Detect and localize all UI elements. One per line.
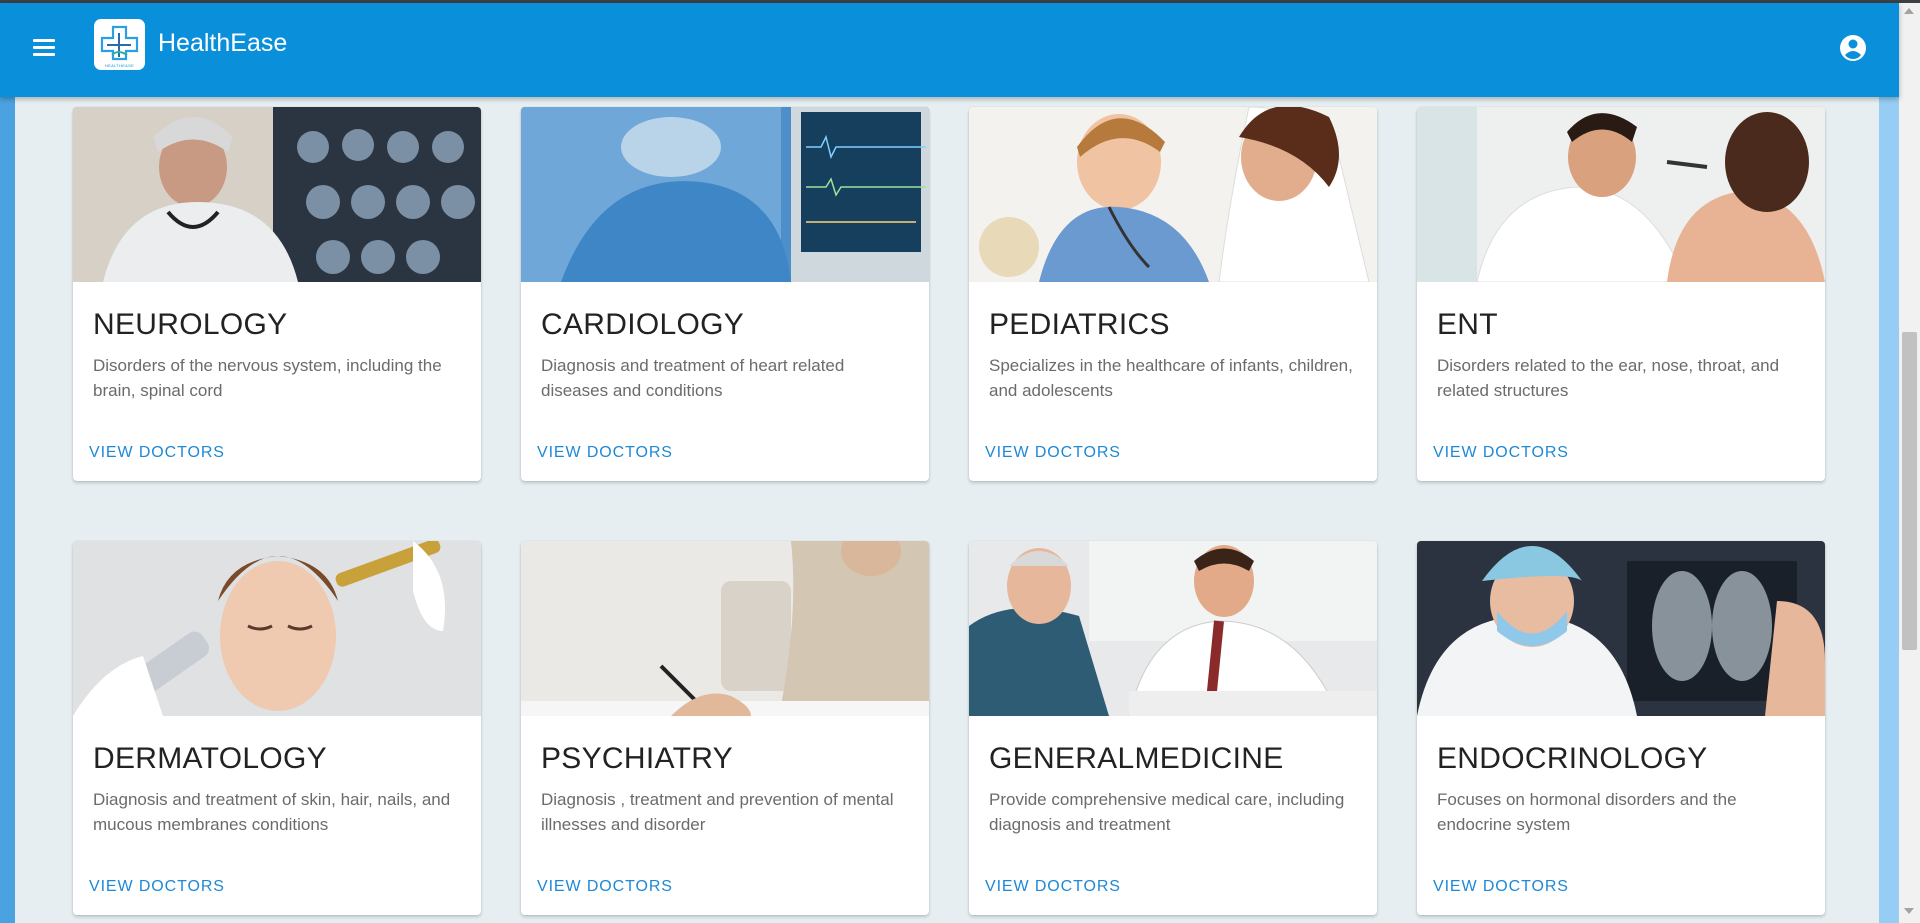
card-description: Provide comprehensive medical care, incl… — [989, 790, 1345, 834]
view-doctors-button[interactable]: VIEW DOCTORS — [537, 876, 673, 898]
app-logo: HEALTHEASE — [94, 19, 145, 70]
card-title: ENT — [1437, 308, 1498, 341]
specialty-card-cardiology: CARDIOLOGY Diagnosis and treatment of he… — [521, 107, 929, 481]
view-doctors-button[interactable]: VIEW DOCTORS — [1433, 876, 1569, 898]
view-doctors-button[interactable]: VIEW DOCTORS — [537, 442, 673, 464]
card-title: DERMATOLOGY — [93, 742, 327, 775]
specialty-card-ent: ENT Disorders related to the ear, nose, … — [1417, 107, 1825, 481]
card-title: PEDIATRICS — [989, 308, 1170, 341]
dermatology-image — [73, 541, 481, 716]
card-title: CARDIOLOGY — [541, 308, 745, 341]
pediatrics-image — [969, 107, 1377, 282]
view-doctors-button[interactable]: VIEW DOCTORS — [985, 442, 1121, 464]
specialty-card-psychiatry: PSYCHIATRY Diagnosis , treatment and pre… — [521, 541, 929, 915]
cardiology-image — [521, 107, 929, 282]
scroll-up-arrow-icon[interactable] — [1904, 8, 1914, 14]
card-title: GENERALMEDICINE — [989, 742, 1284, 775]
specialty-card-dermatology: DERMATOLOGY Diagnosis and treatment of s… — [73, 541, 481, 915]
scroll-down-arrow-icon[interactable] — [1904, 908, 1914, 914]
app-title[interactable]: HealthEase — [158, 29, 287, 58]
endocrinology-image — [1417, 541, 1825, 716]
account-circle-icon[interactable] — [1838, 33, 1868, 63]
specialty-card-endocrinology: ENDOCRINOLOGY Focuses on hormonal disord… — [1417, 541, 1825, 915]
view-doctors-button[interactable]: VIEW DOCTORS — [89, 876, 225, 898]
neurology-image — [73, 107, 481, 282]
card-title: ENDOCRINOLOGY — [1437, 742, 1708, 775]
card-description: Focuses on hormonal disorders and the en… — [1437, 790, 1737, 834]
card-description: Diagnosis , treatment and prevention of … — [541, 790, 894, 834]
view-doctors-button[interactable]: VIEW DOCTORS — [1433, 442, 1569, 464]
card-description: Diagnosis and treatment of heart related… — [541, 356, 845, 400]
page-right-margin — [1879, 3, 1899, 923]
psychiatry-image — [521, 541, 929, 716]
card-description: Disorders of the nervous system, includi… — [93, 356, 442, 400]
generalmedicine-image — [969, 541, 1377, 716]
specialty-card-pediatrics: PEDIATRICS Specializes in the healthcare… — [969, 107, 1377, 481]
ent-image — [1417, 107, 1825, 282]
card-title: NEUROLOGY — [93, 308, 288, 341]
view-doctors-button[interactable]: VIEW DOCTORS — [985, 876, 1121, 898]
view-doctors-button[interactable]: VIEW DOCTORS — [89, 442, 225, 464]
card-description: Specializes in the healthcare of infants… — [989, 356, 1353, 400]
logo-text: HEALTHEASE — [104, 63, 135, 68]
app-bar: HEALTHEASE HealthEase — [0, 3, 1899, 97]
specialty-card-generalmedicine: GENERALMEDICINE Provide comprehensive me… — [969, 541, 1377, 915]
card-description: Diagnosis and treatment of skin, hair, n… — [93, 790, 451, 834]
card-title: PSYCHIATRY — [541, 742, 733, 775]
hamburger-menu-icon[interactable] — [30, 33, 58, 61]
scrollbar-thumb[interactable] — [1902, 332, 1917, 650]
card-description: Disorders related to the ear, nose, thro… — [1437, 356, 1780, 400]
specialty-card-neurology: NEUROLOGY Disorders of the nervous syste… — [73, 107, 481, 481]
